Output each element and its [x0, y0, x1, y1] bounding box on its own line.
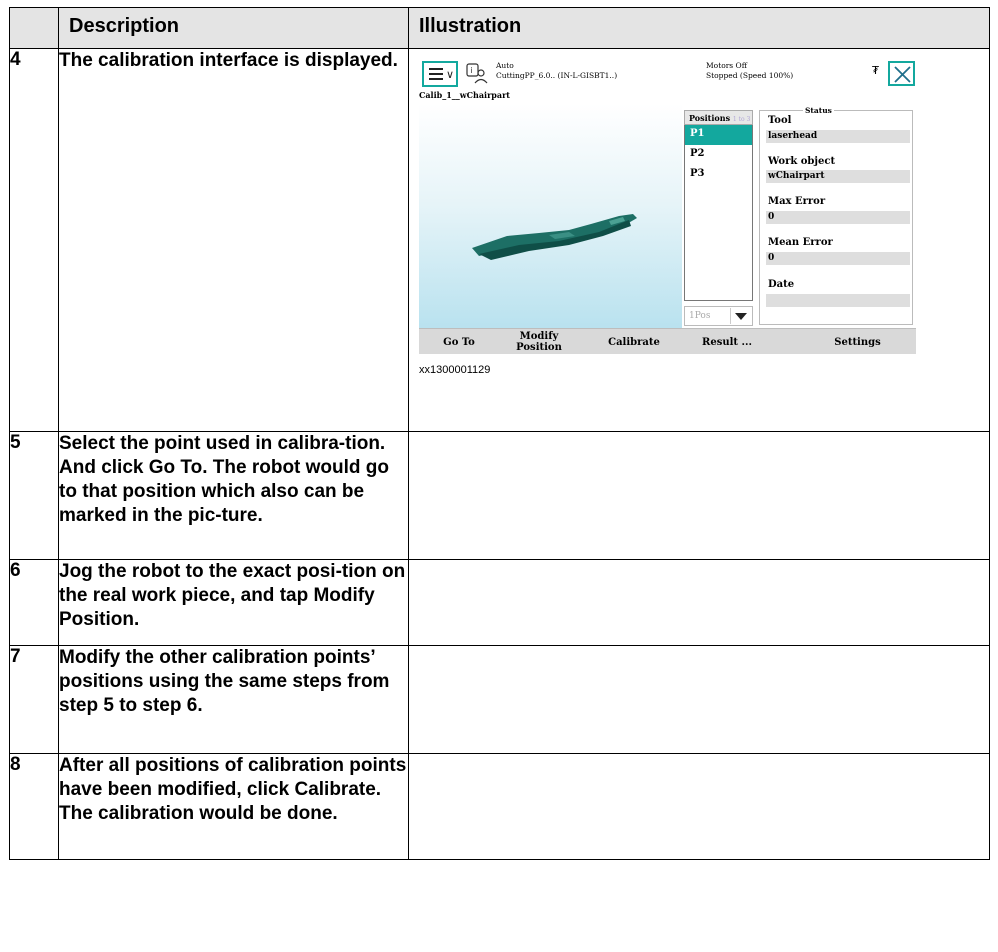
header-step — [9, 7, 59, 49]
motors-status: Motors Off Stopped (Speed 100%) — [706, 61, 793, 81]
svg-text:i: i — [471, 66, 473, 75]
positions-header: Positions 1 to 3 of 3 — [684, 110, 753, 133]
chevron-down-icon: ∨ — [446, 68, 455, 81]
status-frame: Status Tool laserhead Work object wChair… — [759, 106, 913, 325]
illustration-cell — [408, 559, 990, 646]
controller-text: CuttingPP_6.0.. (IN-L-GISBT1..) — [496, 71, 618, 80]
step-description: After all positions of calibration point… — [58, 753, 409, 860]
triangle-down-icon — [732, 310, 750, 322]
3d-view[interactable] — [419, 104, 682, 328]
menu-icon — [429, 68, 443, 83]
mode-text: Auto — [496, 61, 514, 70]
step-description: The calibration interface is displayed. — [58, 48, 409, 432]
step-number: 5 — [9, 431, 59, 560]
pendant-status-bar: ∨ i Auto CuttingPP_6.0.. (IN-L-GISBT1..)… — [419, 58, 916, 88]
max-error-value: 0 — [766, 211, 910, 224]
position-item-p2[interactable]: P2 — [685, 145, 752, 165]
position-item-p3[interactable]: P3 — [685, 165, 752, 185]
header-description: Description — [58, 7, 409, 49]
motors-text: Motors Off — [706, 61, 748, 70]
main-menu-button[interactable]: ∨ — [422, 61, 458, 87]
illustration-cell: ∨ i Auto CuttingPP_6.0.. (IN-L-GISBT1..)… — [408, 48, 990, 432]
desc-text: . — [133, 609, 140, 630]
speed-text: Stopped (Speed 100%) — [706, 71, 794, 80]
status-legend: Status — [803, 106, 834, 115]
combo-dropdown-button[interactable] — [730, 308, 751, 324]
desc-emphasis: Calibrate — [294, 779, 376, 800]
date-label: Date — [768, 279, 795, 290]
program-title: Calib_1__wChairpart — [419, 90, 510, 100]
step-number: 8 — [9, 753, 59, 860]
table-row: 6 Jog the robot to the exact posi-tion o… — [9, 559, 990, 646]
operating-mode-status: Auto CuttingPP_6.0.. (IN-L-GISBT1..) — [496, 61, 617, 81]
table-row: 4 The calibration interface is displayed… — [9, 48, 990, 432]
close-icon — [894, 66, 911, 83]
desc-emphasis: Go To — [148, 457, 203, 478]
work-object-label: Work object — [768, 156, 836, 167]
table-header-row: Description Illustration — [9, 7, 990, 49]
combo-value: 1Pos — [689, 311, 711, 321]
calibrate-button[interactable]: Calibrate — [591, 329, 677, 355]
table-row: 8 After all positions of calibration poi… — [9, 753, 990, 860]
step-number: 7 — [9, 645, 59, 754]
result-button[interactable]: Result ... — [677, 329, 777, 355]
work-object-value: wChairpart — [766, 170, 910, 183]
tool-value: laserhead — [766, 130, 910, 143]
settings-button[interactable]: Settings — [799, 329, 916, 355]
workpiece-model — [472, 214, 637, 260]
positions-panel: Positions 1 to 3 of 3 P1 P2 P3 1Pos — [682, 104, 755, 328]
step-description: Modify the other calibration points’ pos… — [58, 645, 409, 754]
positions-combo[interactable]: 1Pos — [684, 306, 753, 326]
mean-error-label: Mean Error — [768, 237, 833, 248]
table-row: 5 Select the point used in calibra-tion.… — [9, 431, 990, 560]
illustration-cell — [408, 753, 990, 860]
position-label: Position — [516, 342, 562, 353]
status-panel: Status Tool laserhead Work object wChair… — [756, 104, 916, 328]
step-number: 6 — [9, 559, 59, 646]
step-description: Jog the robot to the exact posi-tion on … — [58, 559, 409, 646]
header-illustration: Illustration — [408, 7, 990, 49]
close-button[interactable] — [888, 61, 915, 86]
user-icon: i — [466, 63, 488, 84]
positions-header-label: Positions — [689, 113, 731, 123]
date-value — [766, 294, 910, 307]
run-status-icon: ₮ — [872, 64, 879, 77]
go-to-button[interactable]: Go To — [419, 329, 499, 355]
modify-position-button[interactable]: Modify Position — [499, 329, 579, 355]
step-description: Select the point used in calibra-tion. A… — [58, 431, 409, 560]
illustration-cell — [408, 645, 990, 754]
table-row: 7 Modify the other calibration points’ p… — [9, 645, 990, 754]
tool-label: Tool — [768, 115, 792, 126]
positions-list: P1 P2 P3 — [684, 125, 753, 301]
max-error-label: Max Error — [768, 196, 826, 207]
command-bar: Go To Modify Position Calibrate Result .… — [419, 328, 916, 354]
flexpendant-screenshot: ∨ i Auto CuttingPP_6.0.. (IN-L-GISBT1..)… — [419, 58, 916, 354]
mean-error-value: 0 — [766, 252, 910, 265]
modify-label: Modify — [519, 331, 559, 342]
figure-caption: xx1300001129 — [419, 364, 491, 376]
instruction-table: Description Illustration 4 The calibrati… — [9, 7, 990, 860]
position-item-p1[interactable]: P1 — [685, 125, 752, 145]
illustration-cell — [408, 431, 990, 560]
step-number: 4 — [9, 48, 59, 432]
